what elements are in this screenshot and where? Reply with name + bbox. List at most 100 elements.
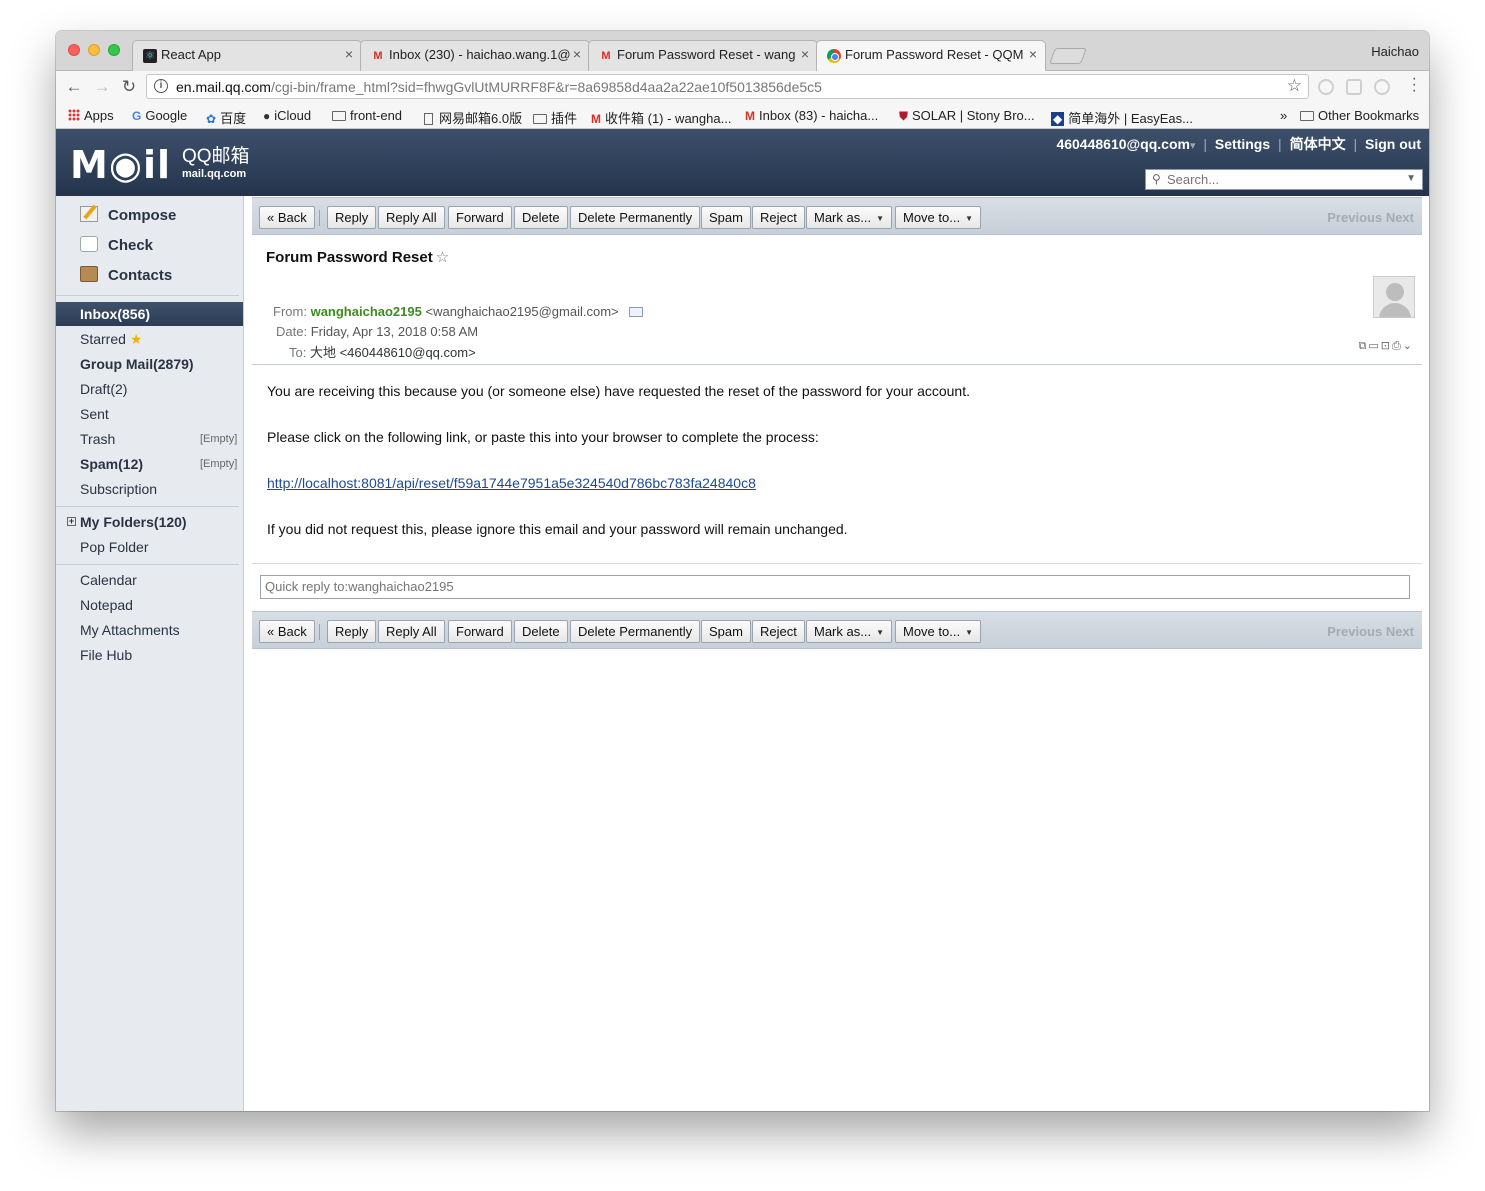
contact-card-icon[interactable] — [628, 307, 643, 317]
language-link[interactable]: 简体中文 — [1290, 136, 1346, 152]
reply-all-button[interactable]: Reply All — [378, 620, 445, 643]
sidebar-item-notepad[interactable]: Notepad — [80, 597, 133, 613]
chevron-down-icon[interactable]: ▾ — [1190, 140, 1196, 152]
address-bar[interactable]: i en.mail.qq.com/cgi-bin/frame_html?sid=… — [146, 74, 1309, 99]
mark-as-dropdown[interactable]: Mark as... ▼ — [806, 620, 892, 643]
reply-button[interactable]: Reply — [327, 206, 377, 229]
bookmark-other[interactable]: Other Bookmarks — [1300, 108, 1419, 123]
sidebar-item-pop-folder[interactable]: Pop Folder — [80, 539, 148, 555]
quick-reply-input[interactable] — [261, 576, 1409, 598]
sidebar-item-my-attachments[interactable]: My Attachments — [80, 622, 180, 638]
zoom-window-button[interactable] — [108, 44, 120, 56]
tab-close-icon[interactable]: × — [1029, 46, 1037, 62]
bookmarks-overflow-button[interactable]: » — [1280, 108, 1287, 123]
account-menu[interactable]: 460448610@qq.com — [1056, 136, 1190, 152]
reload-icon[interactable]: ↻ — [119, 77, 139, 97]
print-icon[interactable]: ⎙ — [1392, 340, 1403, 352]
previous-link[interactable]: Previous — [1327, 624, 1382, 639]
tab-close-icon[interactable]: × — [573, 46, 581, 62]
source-icon[interactable]: ▭ — [1368, 340, 1380, 352]
sidebar-item-starred[interactable]: Starred ★ — [80, 331, 142, 348]
download-icon[interactable]: ⊡ — [1381, 340, 1392, 352]
sidebar-item-subscription[interactable]: Subscription — [80, 481, 157, 497]
qqmail-logo[interactable]: M◉il QQ邮箱 mail.qq.com — [70, 143, 250, 187]
sender-name[interactable]: wanghaichao2195 — [311, 304, 422, 319]
expand-plus-icon[interactable]: + — [67, 517, 76, 526]
settings-link[interactable]: Settings — [1215, 136, 1270, 152]
sidebar-item-sent[interactable]: Sent — [80, 406, 109, 422]
extension-icon[interactable] — [1374, 79, 1390, 95]
empty-spam-link[interactable]: [Empty] — [200, 458, 237, 470]
sidebar-item-my-folders[interactable]: + My Folders(120) — [67, 514, 187, 530]
sidebar-item-spam[interactable]: Spam(12) [Empty] — [80, 456, 240, 472]
delete-button[interactable]: Delete — [514, 620, 568, 643]
extension-icon[interactable] — [1346, 79, 1362, 95]
minimize-window-button[interactable] — [88, 44, 100, 56]
bookmark-163-mail[interactable]: 网易邮箱6.0版 — [424, 108, 522, 127]
reply-button[interactable]: Reply — [327, 620, 377, 643]
check-link[interactable]: Check — [80, 236, 153, 254]
new-window-icon[interactable]: ⧉ — [1358, 340, 1368, 352]
forward-button[interactable]: Forward — [448, 620, 512, 643]
bookmark-star-icon[interactable]: ☆ — [1287, 76, 1302, 96]
sidebar-item-calendar[interactable]: Calendar — [80, 572, 137, 588]
contacts-link[interactable]: Contacts — [80, 266, 172, 284]
browser-menu-icon[interactable]: · · · — [1412, 71, 1417, 99]
profile-name[interactable]: Haichao — [1371, 44, 1419, 59]
tab-gmail-forum-reset[interactable]: M Forum Password Reset - wang × — [588, 40, 818, 71]
spam-button[interactable]: Spam — [701, 620, 751, 643]
tab-close-icon[interactable]: × — [345, 46, 353, 62]
delete-button[interactable]: Delete — [514, 206, 568, 229]
move-to-dropdown[interactable]: Move to... ▼ — [895, 206, 981, 229]
info-icon[interactable]: i — [154, 79, 168, 93]
move-to-dropdown[interactable]: Move to... ▼ — [895, 620, 981, 643]
delete-permanently-button[interactable]: Delete Permanently — [570, 620, 701, 643]
sidebar-item-file-hub[interactable]: File Hub — [80, 647, 132, 663]
mail-search-box[interactable]: ⚲ ▼ — [1145, 169, 1423, 190]
next-link[interactable]: Next — [1386, 624, 1414, 639]
tab-close-icon[interactable]: × — [801, 46, 809, 62]
chevron-down-icon[interactable]: ⌄ — [1403, 340, 1414, 352]
next-link[interactable]: Next — [1386, 210, 1414, 225]
previous-link[interactable]: Previous — [1327, 210, 1382, 225]
bookmark-plugins[interactable]: 插件 — [533, 108, 577, 127]
sidebar-item-inbox[interactable]: Inbox(856) — [56, 302, 243, 326]
bookmark-icloud[interactable]: ● iCloud — [263, 108, 311, 123]
mark-as-dropdown[interactable]: Mark as... ▼ — [806, 206, 892, 229]
sign-out-link[interactable]: Sign out — [1365, 136, 1421, 152]
reject-button[interactable]: Reject — [752, 206, 805, 229]
star-outline-icon[interactable]: ☆ — [436, 249, 449, 266]
compose-link[interactable]: Compose — [80, 206, 176, 224]
extension-icon[interactable] — [1318, 79, 1334, 95]
sidebar-item-trash[interactable]: Trash [Empty] — [80, 431, 240, 447]
back-arrow-icon[interactable]: ← — [64, 77, 84, 97]
forward-button[interactable]: Forward — [448, 206, 512, 229]
quick-reply-box[interactable] — [260, 575, 1410, 599]
reset-link[interactable]: http://localhost:8081/api/reset/f59a1744… — [267, 475, 756, 491]
bookmark-apps[interactable]: Apps — [68, 108, 114, 123]
back-button[interactable]: « Back — [259, 620, 315, 643]
delete-permanently-button[interactable]: Delete Permanently — [570, 206, 701, 229]
reject-button[interactable]: Reject — [752, 620, 805, 643]
close-window-button[interactable] — [68, 44, 80, 56]
bookmark-solar[interactable]: ⛊ SOLAR | Stony Bro... — [899, 108, 1035, 124]
tab-qqmail-forum-reset[interactable]: Forum Password Reset - QQM × — [816, 40, 1046, 71]
back-button[interactable]: « Back — [259, 206, 315, 229]
bookmark-gmail-inbox[interactable]: M Inbox (83) - haicha... — [745, 108, 878, 123]
sidebar-item-draft[interactable]: Draft(2) — [80, 381, 127, 397]
bookmark-easyeast[interactable]: ◆ 简单海外 | EasyEas... — [1051, 108, 1193, 127]
tab-react-app[interactable]: ⚛ React App × — [132, 40, 362, 71]
empty-trash-link[interactable]: [Empty] — [200, 433, 237, 445]
reply-all-button[interactable]: Reply All — [378, 206, 445, 229]
search-input[interactable] — [1167, 172, 1397, 187]
bookmark-front-end[interactable]: front-end — [332, 108, 402, 123]
dropdown-arrow-icon[interactable]: ▼ — [1406, 173, 1416, 184]
bookmark-google[interactable]: G Google — [132, 108, 187, 123]
spam-button[interactable]: Spam — [701, 206, 751, 229]
bookmark-gmail-inbox-cn[interactable]: M 收件箱 (1) - wangha... — [591, 108, 731, 127]
forward-arrow-icon[interactable]: → — [92, 77, 112, 97]
new-tab-button[interactable] — [1049, 48, 1087, 64]
tab-gmail-inbox[interactable]: M Inbox (230) - haichao.wang.1@ × — [360, 40, 590, 71]
bookmark-baidu[interactable]: ✿ 百度 — [206, 108, 246, 127]
sidebar-item-group-mail[interactable]: Group Mail(2879) — [80, 356, 194, 372]
